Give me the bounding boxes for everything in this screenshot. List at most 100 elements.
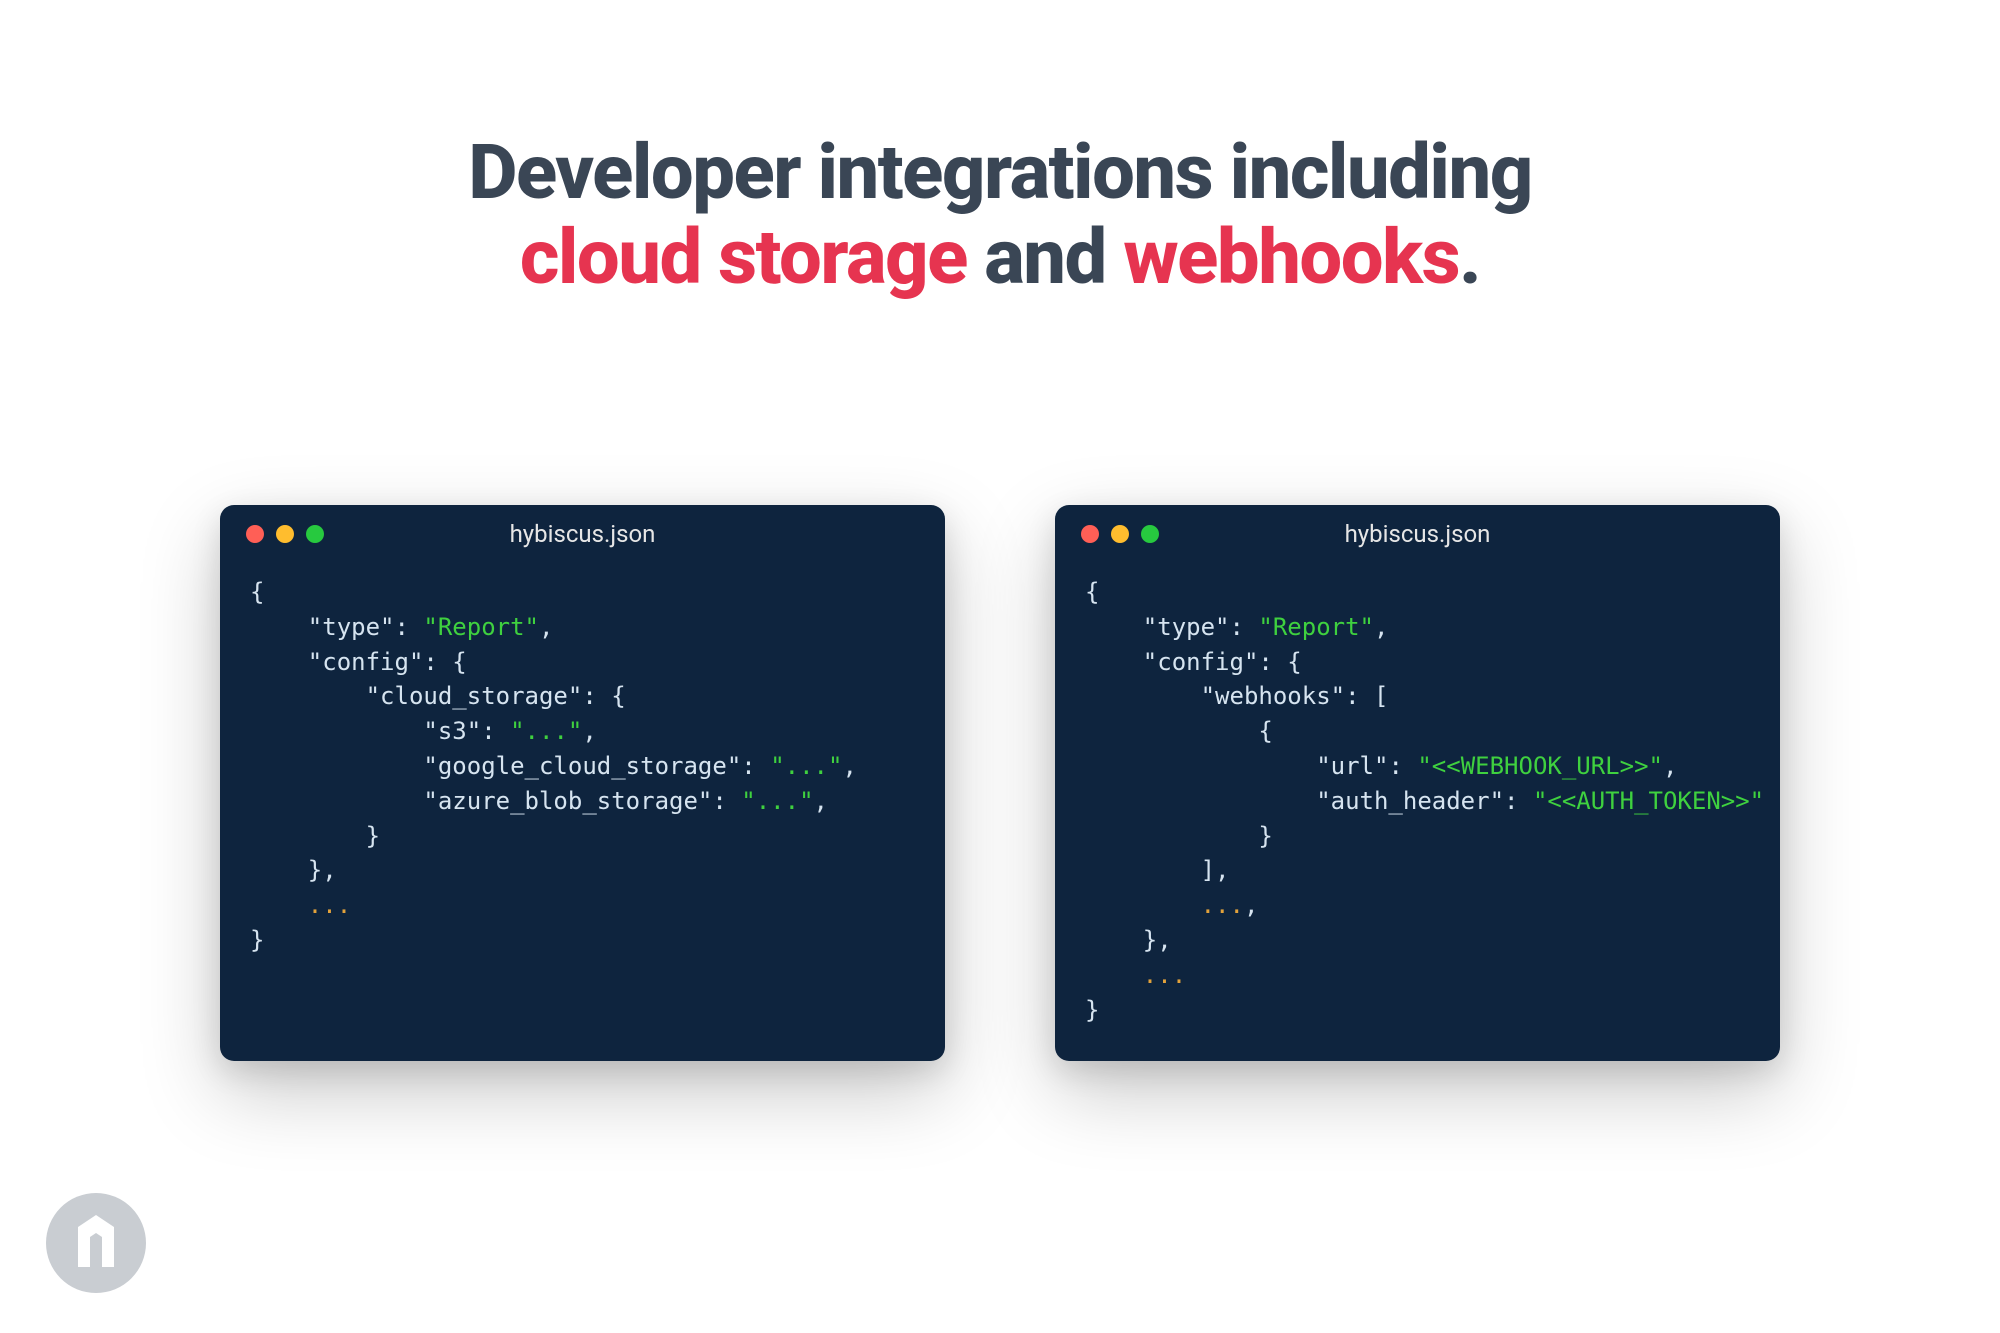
decor-dot [1662, 1183, 1686, 1207]
headline-accent-2: webhooks [1123, 212, 1459, 302]
code-token-punc: , [539, 613, 553, 641]
decor-dot [1860, 1183, 1884, 1207]
code-token-ellip: ... [308, 891, 351, 919]
code-token-punc [250, 648, 308, 676]
decor-dot [1596, 1183, 1620, 1207]
code-token-punc [250, 891, 308, 919]
code-token-str: "<<AUTH_TOKEN>>" [1533, 787, 1764, 815]
code-card-webhooks: hybiscus.json { "type": "Report", "confi… [1055, 505, 1780, 1061]
decor-dot [1398, 1117, 1422, 1141]
code-token-punc: { [1085, 578, 1099, 606]
code-token-punc: }, [1085, 926, 1172, 954]
code-token-punc: , [814, 787, 828, 815]
code-token-punc: ], [1085, 856, 1230, 884]
decor-dot [1926, 1183, 1950, 1207]
code-token-punc [1085, 891, 1201, 919]
decor-dot [1266, 1249, 1290, 1273]
code-token-punc: } [250, 822, 380, 850]
decor-dot [1266, 1183, 1290, 1207]
decor-dot [1860, 853, 1884, 877]
decor-dot [1596, 1117, 1620, 1141]
decor-dot [1860, 919, 1884, 943]
decor-dot [1266, 1117, 1290, 1141]
code-token-punc: : [1388, 752, 1417, 780]
decor-dot [1926, 1117, 1950, 1141]
decor-dot [1926, 1249, 1950, 1273]
code-token-punc: : [481, 717, 510, 745]
code-token-punc: : [ [1345, 682, 1388, 710]
decor-dot [1926, 853, 1950, 877]
code-token-punc: : [1230, 613, 1259, 641]
decor-dot [1464, 1249, 1488, 1273]
decor-dot [1332, 1249, 1356, 1273]
code-token-punc [1085, 961, 1143, 989]
code-token-punc [1085, 613, 1143, 641]
code-token-str: "..." [770, 752, 842, 780]
decor-dot [1794, 853, 1818, 877]
code-cards: hybiscus.json { "type": "Report", "confi… [220, 505, 1780, 1061]
decor-dot [1200, 1249, 1224, 1273]
code-token-punc: : { [1258, 648, 1301, 676]
close-icon [1081, 525, 1099, 543]
titlebar: hybiscus.json [220, 505, 945, 563]
decor-dot [1728, 1249, 1752, 1273]
decor-dot [1662, 1117, 1686, 1141]
maximize-icon [1141, 525, 1159, 543]
decor-dot [1332, 1183, 1356, 1207]
decor-dot [1200, 1183, 1224, 1207]
code-token-punc [1085, 752, 1316, 780]
close-icon [246, 525, 264, 543]
decor-dot [1860, 1249, 1884, 1273]
decor-dot [1794, 1051, 1818, 1075]
code-token-punc: } [1085, 822, 1273, 850]
code-block: { "type": "Report", "config": { "cloud_s… [220, 563, 945, 992]
decor-dot [1530, 1183, 1554, 1207]
decor-dot [1926, 1051, 1950, 1075]
code-token-str: "..." [741, 787, 813, 815]
decor-dot [1860, 985, 1884, 1009]
code-token-str: "Report" [1258, 613, 1374, 641]
decor-dot [1794, 985, 1818, 1009]
code-token-punc: { [250, 578, 264, 606]
code-token-punc [1085, 682, 1201, 710]
code-token-punc: : [712, 787, 741, 815]
decor-dot [1728, 1117, 1752, 1141]
code-token-punc [1085, 787, 1316, 815]
headline-prefix: Developer integrations including [468, 127, 1532, 217]
decor-dot [1398, 1249, 1422, 1273]
code-token-punc: : [395, 613, 424, 641]
code-token-punc [250, 682, 366, 710]
decor-dot [1794, 1183, 1818, 1207]
code-token-key: "config" [308, 648, 424, 676]
code-token-punc: { [1085, 717, 1273, 745]
decor-dot [1464, 1183, 1488, 1207]
code-token-ellip: ... [1143, 961, 1186, 989]
code-token-key: "type" [308, 613, 395, 641]
code-token-punc: , [1374, 613, 1388, 641]
decor-dot [1530, 1249, 1554, 1273]
decor-dot [1860, 1117, 1884, 1141]
minimize-icon [1111, 525, 1129, 543]
titlebar: hybiscus.json [1055, 505, 1780, 563]
code-card-cloud-storage: hybiscus.json { "type": "Report", "confi… [220, 505, 945, 1061]
code-token-punc: } [250, 926, 264, 954]
code-token-key: "s3" [423, 717, 481, 745]
decor-dot [1596, 1249, 1620, 1273]
code-token-punc: : [1504, 787, 1533, 815]
code-token-key: "google_cloud_storage" [423, 752, 741, 780]
decor-dot [1860, 1051, 1884, 1075]
code-token-punc [250, 752, 423, 780]
code-token-key: "azure_blob_storage" [423, 787, 712, 815]
traffic-lights [246, 525, 324, 543]
code-token-punc: : { [423, 648, 466, 676]
code-token-punc: : { [582, 682, 625, 710]
code-token-punc: , [582, 717, 596, 745]
decor-dot [1794, 1249, 1818, 1273]
code-token-ellip: ... [1201, 891, 1244, 919]
code-token-str: "..." [510, 717, 582, 745]
code-block: { "type": "Report", "config": { "webhook… [1055, 563, 1780, 1061]
code-token-punc [250, 787, 423, 815]
code-token-punc: } [1085, 996, 1099, 1024]
decor-dot [1926, 919, 1950, 943]
code-token-punc: , [1663, 752, 1677, 780]
